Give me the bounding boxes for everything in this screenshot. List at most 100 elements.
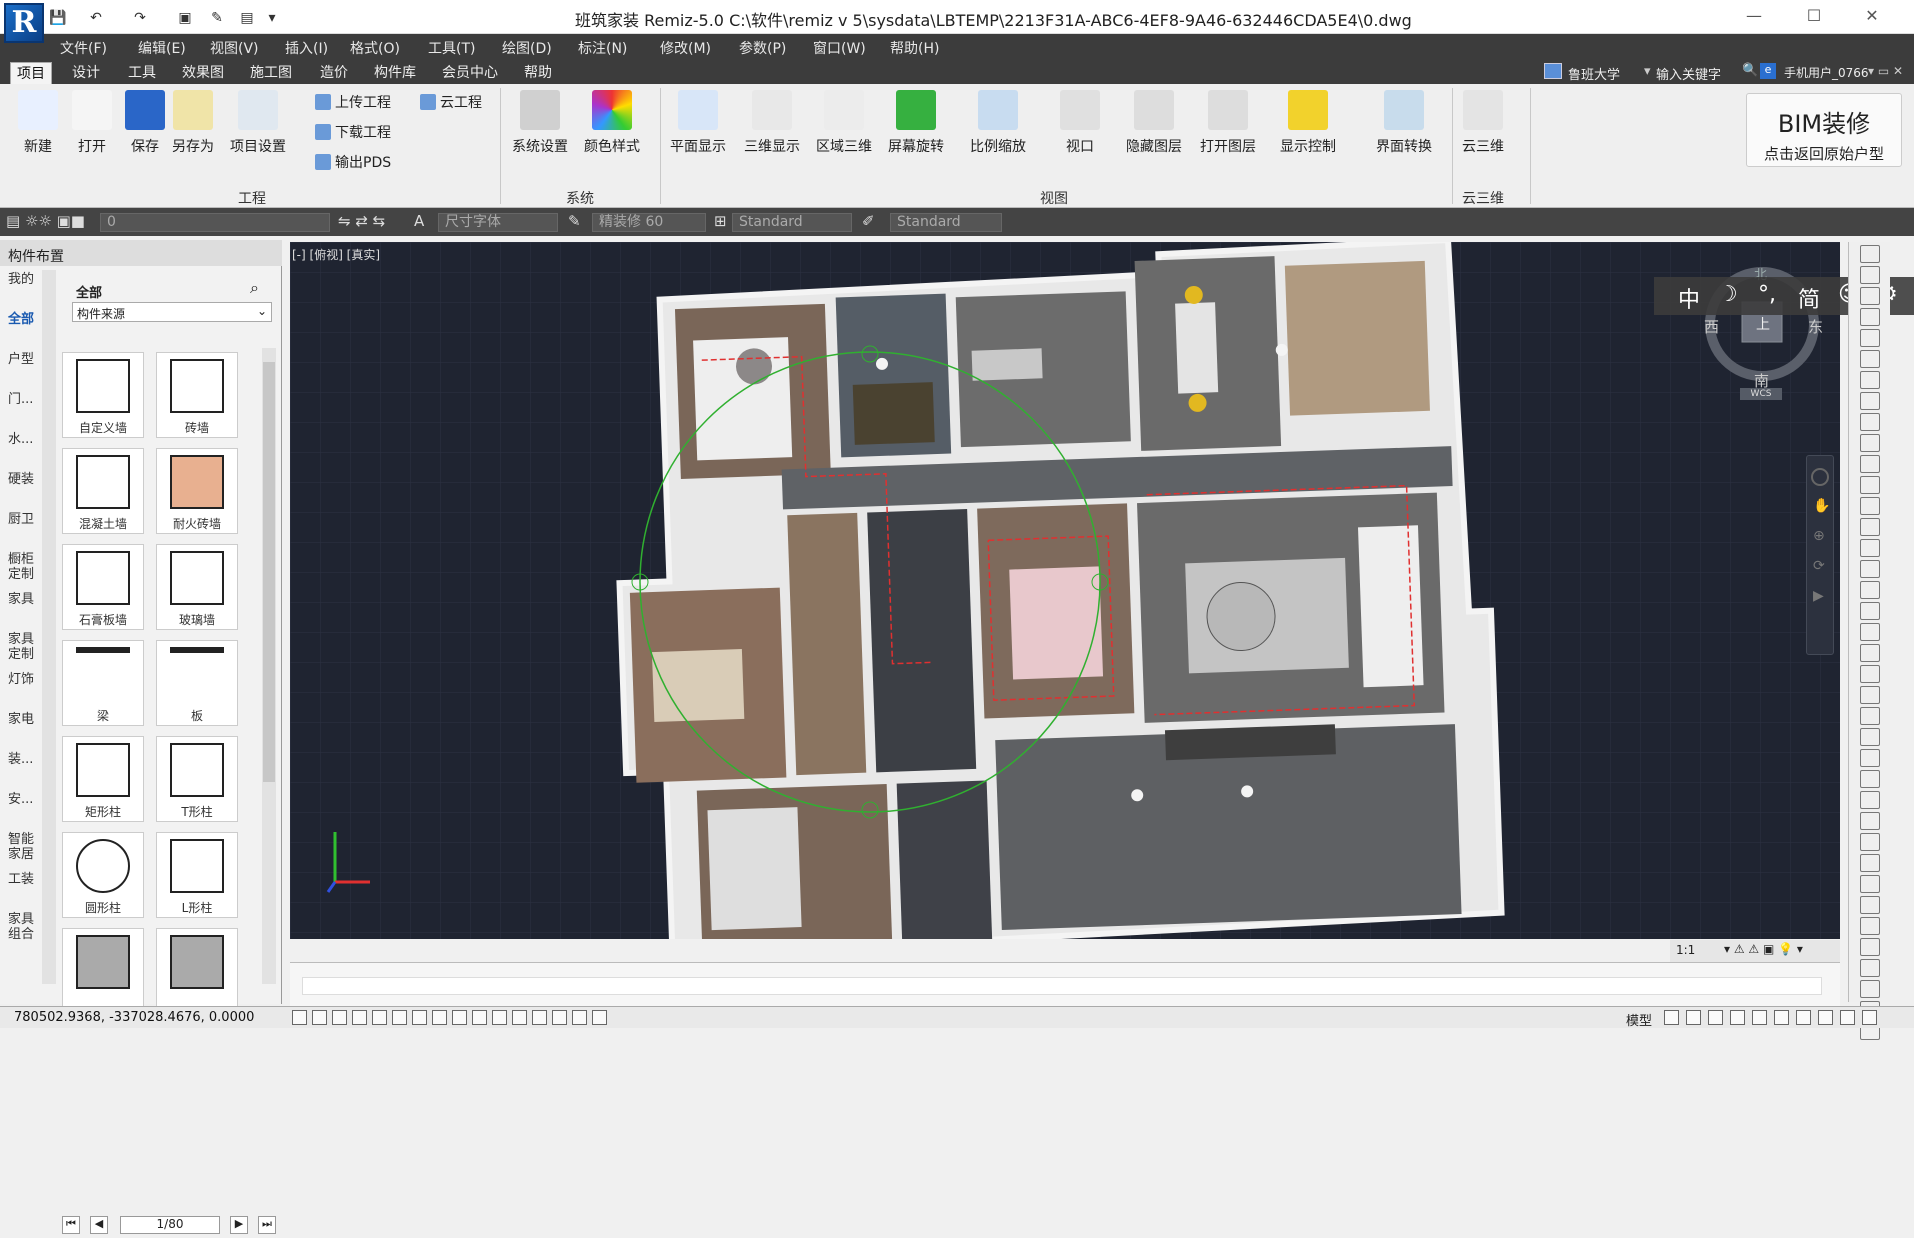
e-icon[interactable]: e bbox=[1760, 63, 1776, 79]
component-card-3[interactable]: 耐火砖墙 bbox=[156, 448, 238, 534]
prev-page-button[interactable]: ◀ bbox=[90, 1216, 108, 1234]
status-toggle-15[interactable] bbox=[592, 1010, 607, 1025]
maximize-button[interactable]: ☐ bbox=[1794, 4, 1834, 28]
tools-icon[interactable]: ✎ bbox=[207, 8, 227, 28]
component-card-9[interactable]: T形柱 bbox=[156, 736, 238, 822]
tab-3[interactable]: 效果图 bbox=[176, 62, 230, 84]
cube-top-face[interactable]: 上 bbox=[1756, 314, 1770, 334]
menu-8[interactable]: 修改(M) bbox=[660, 38, 711, 58]
tab-8[interactable]: 帮助 bbox=[518, 62, 558, 84]
right-tool-27[interactable] bbox=[1859, 812, 1880, 830]
compass-west[interactable]: 西 bbox=[1704, 316, 1719, 337]
right-tool-0[interactable] bbox=[1859, 245, 1880, 263]
menu-6[interactable]: 绘图(D) bbox=[502, 38, 552, 58]
category-scrollbar[interactable] bbox=[42, 270, 56, 984]
next-page-button[interactable]: ▶ bbox=[230, 1216, 248, 1234]
status-toggle-2[interactable] bbox=[332, 1010, 347, 1025]
project-small-2[interactable]: 输出PDS bbox=[315, 152, 391, 172]
project-btn-0[interactable]: 新建 bbox=[18, 90, 58, 156]
status-toggle-3[interactable] bbox=[352, 1010, 367, 1025]
precision-select[interactable]: 精装修 60 bbox=[592, 213, 706, 232]
category-15[interactable]: 工装 bbox=[8, 872, 34, 887]
ime-btn-0[interactable]: 中 bbox=[1678, 282, 1700, 314]
category-8[interactable]: 家具 bbox=[8, 592, 34, 607]
dimension-icon[interactable]: ⊞ bbox=[714, 212, 727, 230]
grid-view-icon[interactable] bbox=[1544, 63, 1562, 79]
print-icon[interactable]: ▣ bbox=[175, 8, 195, 28]
right-tool-33[interactable] bbox=[1859, 938, 1880, 956]
status-toggle-4[interactable] bbox=[372, 1010, 387, 1025]
status-right-4[interactable] bbox=[1752, 1010, 1767, 1025]
right-tool-21[interactable] bbox=[1859, 686, 1880, 704]
category-14[interactable]: 智能 家居 bbox=[8, 832, 34, 862]
cloud-btn-0[interactable]: 云三维 bbox=[1462, 90, 1504, 156]
wcs-badge[interactable]: WCS bbox=[1740, 388, 1782, 400]
category-7[interactable]: 橱柜 定制 bbox=[8, 552, 34, 582]
menu-10[interactable]: 窗口(W) bbox=[813, 38, 866, 58]
category-10[interactable]: 灯饰 bbox=[8, 672, 34, 687]
menu-5[interactable]: 工具(T) bbox=[428, 38, 475, 58]
category-3[interactable]: 门... bbox=[8, 392, 33, 407]
menu-9[interactable]: 参数(P) bbox=[739, 38, 786, 58]
project-btn-2[interactable]: 保存 bbox=[125, 90, 165, 156]
menu-4[interactable]: 格式(O) bbox=[350, 38, 400, 58]
right-tool-18[interactable] bbox=[1859, 623, 1880, 641]
view-btn-5[interactable]: 视口 bbox=[1060, 90, 1100, 156]
view-btn-4[interactable]: 比例缩放 bbox=[970, 90, 1026, 156]
status-right-9[interactable] bbox=[1862, 1010, 1877, 1025]
right-tool-34[interactable] bbox=[1859, 959, 1880, 977]
showmotion-icon[interactable]: ▶ bbox=[1813, 588, 1827, 606]
status-toggle-10[interactable] bbox=[492, 1010, 507, 1025]
project-btn-4[interactable]: 项目设置 bbox=[230, 90, 286, 156]
tab-1[interactable]: 设计 bbox=[66, 62, 106, 84]
status-toggle-13[interactable] bbox=[552, 1010, 567, 1025]
compass-east[interactable]: 东 bbox=[1808, 316, 1823, 337]
project-btn-1[interactable]: 打开 bbox=[72, 90, 112, 156]
status-toggle-8[interactable] bbox=[452, 1010, 467, 1025]
ime-btn-1[interactable]: ☽ bbox=[1718, 282, 1738, 307]
command-line[interactable] bbox=[290, 962, 1840, 1006]
table-style-select[interactable]: Standard bbox=[890, 213, 1002, 232]
component-card-4[interactable]: 石膏板墙 bbox=[62, 544, 144, 630]
category-9[interactable]: 家具 定制 bbox=[8, 632, 34, 662]
right-tool-19[interactable] bbox=[1859, 644, 1880, 662]
status-toggle-7[interactable] bbox=[432, 1010, 447, 1025]
layer-tools-icon[interactable]: ⇋ ⇄ ⇆ bbox=[338, 212, 385, 230]
status-right-7[interactable] bbox=[1818, 1010, 1833, 1025]
tab-0[interactable]: 项目 bbox=[10, 62, 52, 84]
status-toggle-0[interactable] bbox=[292, 1010, 307, 1025]
view-btn-0[interactable]: 平面显示 bbox=[670, 90, 726, 156]
menu-11[interactable]: 帮助(H) bbox=[890, 38, 939, 58]
status-right-0[interactable] bbox=[1664, 1010, 1679, 1025]
right-tool-22[interactable] bbox=[1859, 707, 1880, 725]
view-btn-6[interactable]: 隐藏图层 bbox=[1126, 90, 1182, 156]
redo-icon[interactable]: ↷ bbox=[130, 8, 150, 28]
right-tool-26[interactable] bbox=[1859, 791, 1880, 809]
view-btn-9[interactable]: 界面转换 bbox=[1376, 90, 1432, 156]
dim-style-icon[interactable]: ✎ bbox=[568, 212, 581, 230]
component-card-7[interactable]: 板 bbox=[156, 640, 238, 726]
minimize-button[interactable]: — bbox=[1734, 4, 1774, 28]
tab-5[interactable]: 造价 bbox=[314, 62, 354, 84]
right-tool-28[interactable] bbox=[1859, 833, 1880, 851]
status-right-8[interactable] bbox=[1840, 1010, 1855, 1025]
category-2[interactable]: 户型 bbox=[8, 352, 34, 367]
menu-2[interactable]: 视图(V) bbox=[210, 38, 259, 58]
status-right-2[interactable] bbox=[1708, 1010, 1723, 1025]
right-tool-1[interactable] bbox=[1859, 266, 1880, 284]
annotation-scale[interactable]: 1:1 bbox=[1676, 943, 1695, 957]
right-tool-6[interactable] bbox=[1859, 371, 1880, 389]
component-card-10[interactable]: 圆形柱 bbox=[62, 832, 144, 918]
scrollbar-thumb[interactable] bbox=[263, 362, 275, 782]
category-0[interactable]: 我的 bbox=[8, 272, 34, 287]
view-btn-1[interactable]: 三维显示 bbox=[744, 90, 800, 156]
right-tool-14[interactable] bbox=[1859, 539, 1880, 557]
right-tool-32[interactable] bbox=[1859, 917, 1880, 935]
right-tool-13[interactable] bbox=[1859, 518, 1880, 536]
ribbon-window-controls[interactable]: ▾ ▭ ✕ bbox=[1868, 64, 1903, 78]
drawing-viewport[interactable] bbox=[290, 242, 1840, 939]
zoom-icon[interactable]: ⊕ bbox=[1813, 528, 1827, 546]
menu-1[interactable]: 编辑(E) bbox=[138, 38, 186, 58]
status-toggle-5[interactable] bbox=[392, 1010, 407, 1025]
annotation-tools-icon[interactable]: ▾ ⚠ ⚠ ▣ 💡 ▾ bbox=[1724, 942, 1803, 956]
